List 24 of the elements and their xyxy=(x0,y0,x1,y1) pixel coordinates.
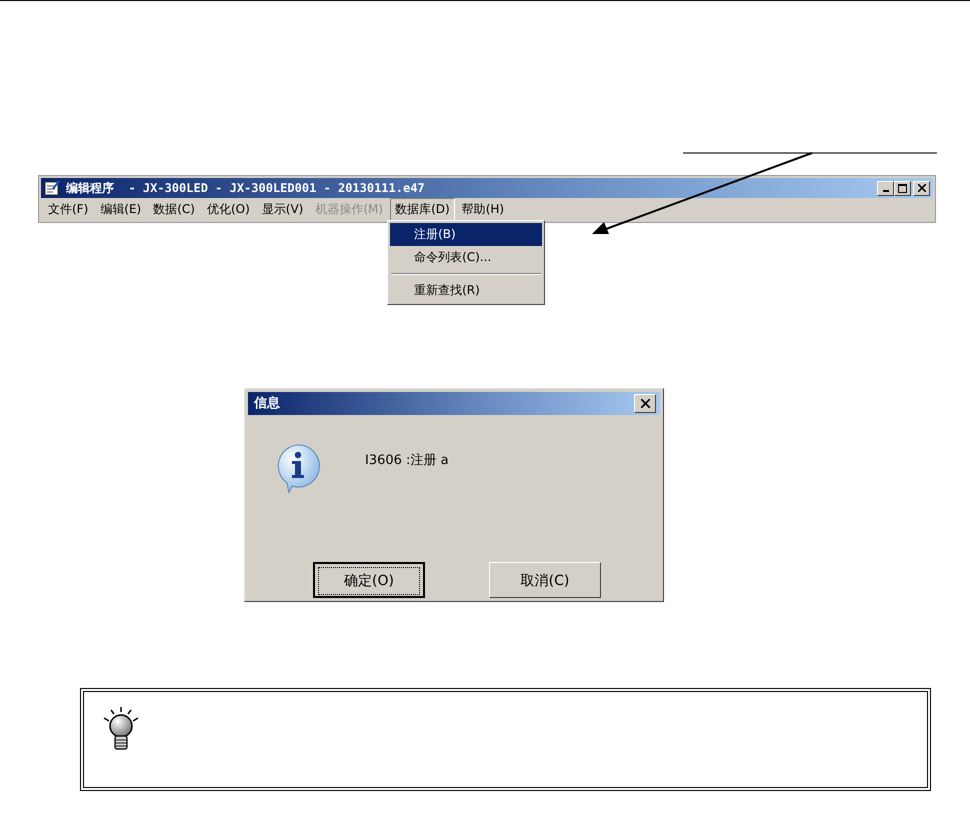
menu-item[interactable]: 编辑(E) xyxy=(95,198,146,220)
minimize-button[interactable] xyxy=(877,180,894,196)
menu-item[interactable]: 优化(O) xyxy=(202,198,255,220)
info-icon xyxy=(275,442,321,493)
close-icon xyxy=(640,398,650,408)
menu-item[interactable]: 显示(V) xyxy=(256,198,308,220)
dialog-button[interactable]: 确定(O) xyxy=(313,562,425,598)
maximize-icon xyxy=(898,184,907,192)
dialog-title: 信息 xyxy=(254,395,280,412)
menu-option[interactable]: 命令列表(C)... xyxy=(390,246,542,268)
menu-item[interactable]: 帮助(H) xyxy=(456,198,510,220)
notepad-icon xyxy=(44,180,60,196)
menu-option[interactable]: 重新查找(R) xyxy=(390,278,542,302)
message-text: I3606 :注册 a xyxy=(365,452,449,469)
close-button[interactable] xyxy=(913,180,930,196)
maximize-button[interactable] xyxy=(894,180,911,196)
window-title: 编辑程序 - JX-300LED - JX-300LED001 - 20130111.e47 xyxy=(66,180,425,196)
dialog-button[interactable]: 取消(C) xyxy=(489,562,601,598)
menu-option[interactable]: 注册(B) xyxy=(390,222,542,246)
lightbulb-icon xyxy=(102,706,140,752)
close-button[interactable] xyxy=(634,394,656,413)
menu-item[interactable]: 文件(F) xyxy=(43,198,94,220)
close-icon xyxy=(918,184,926,192)
menu-item[interactable]: 数据(C) xyxy=(148,198,200,220)
